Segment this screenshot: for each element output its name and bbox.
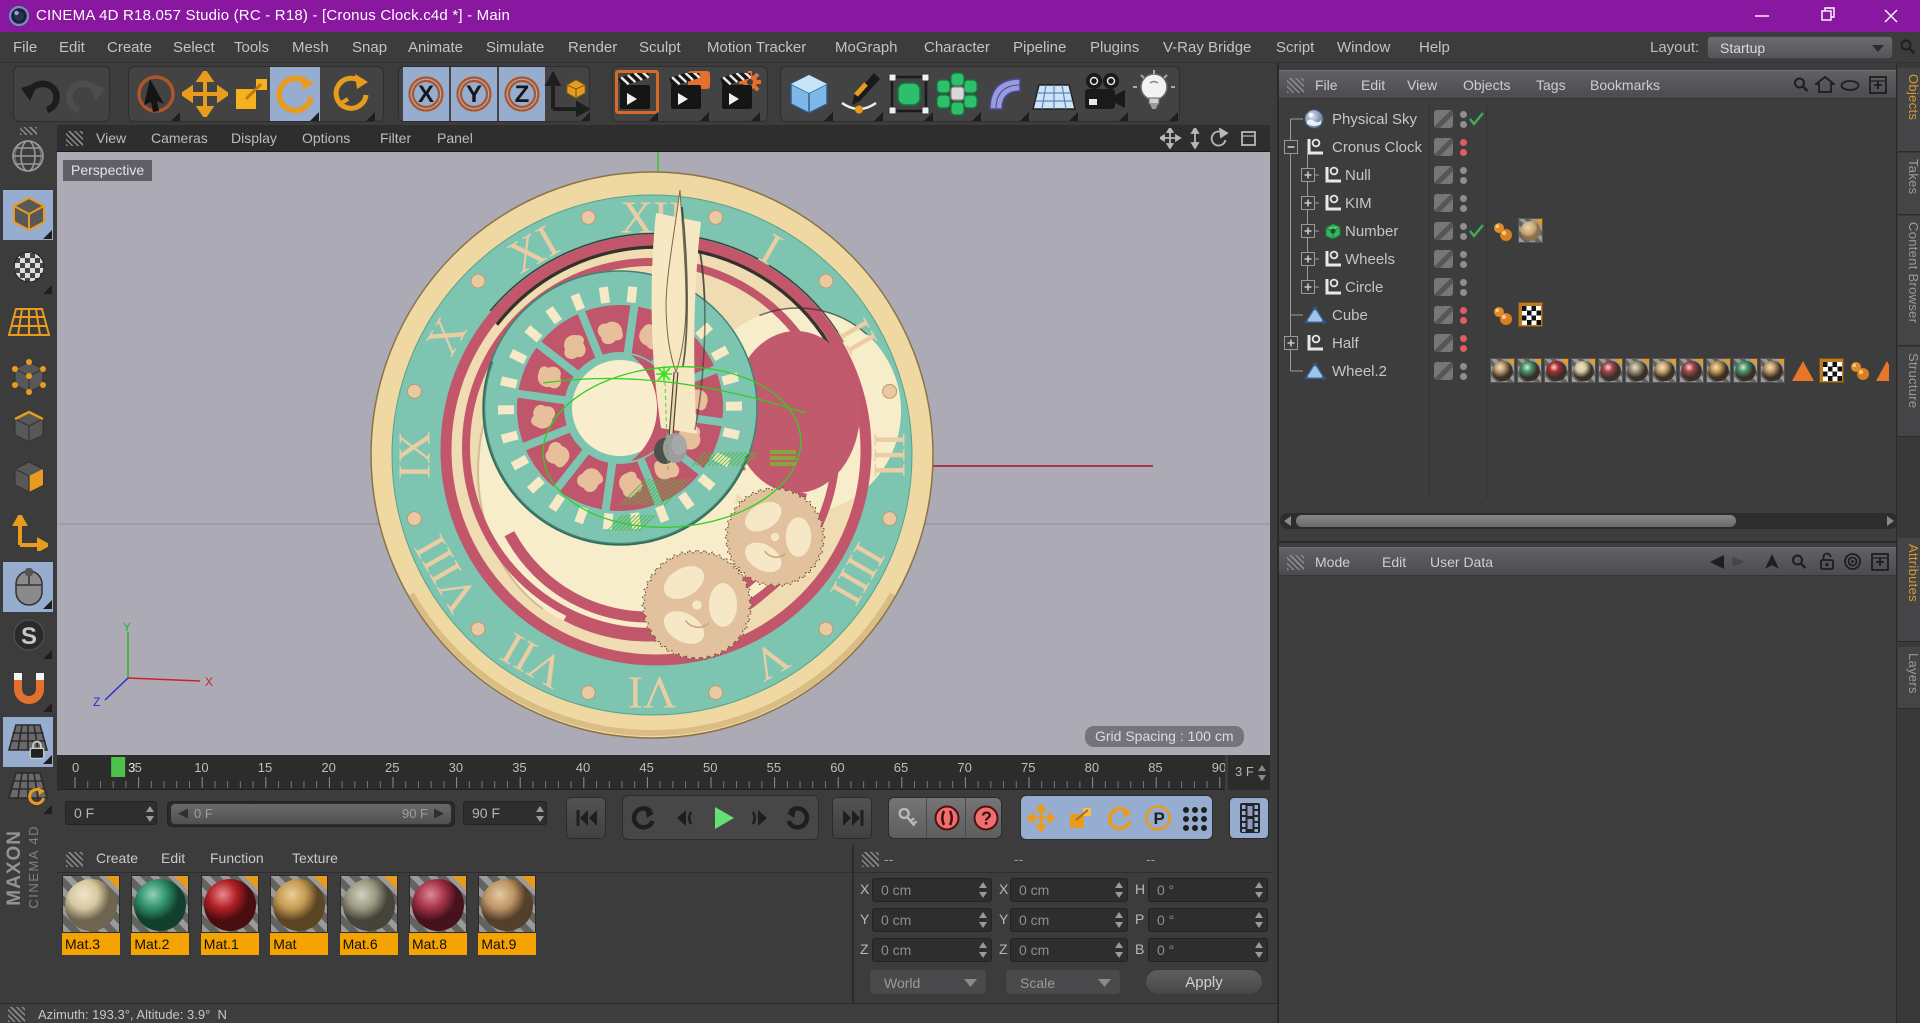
svg-text:IX: IX: [389, 431, 440, 480]
svg-text:80: 80: [1085, 760, 1099, 775]
svg-text:20: 20: [321, 760, 335, 775]
svg-text:65: 65: [894, 760, 908, 775]
svg-text:55: 55: [767, 760, 781, 775]
svg-text:70: 70: [957, 760, 971, 775]
svg-text:25: 25: [385, 760, 399, 775]
svg-text:30: 30: [449, 760, 463, 775]
svg-text:Y: Y: [466, 81, 482, 108]
svg-text:3: 3: [128, 760, 135, 775]
svg-text:85: 85: [1148, 760, 1162, 775]
svg-text:5: 5: [135, 760, 142, 775]
svg-text:Y: Y: [123, 622, 131, 634]
svg-text:60: 60: [830, 760, 844, 775]
svg-text:15: 15: [258, 760, 272, 775]
svg-text:III: III: [865, 432, 916, 478]
svg-text:X: X: [418, 81, 434, 108]
svg-text:0: 0: [72, 760, 79, 775]
svg-text:10: 10: [194, 760, 208, 775]
svg-text:90: 90: [1212, 760, 1225, 775]
svg-text:X: X: [205, 675, 213, 689]
svg-text:VI: VI: [628, 668, 677, 719]
svg-text:Z: Z: [93, 695, 100, 709]
svg-text:35: 35: [512, 760, 526, 775]
svg-text:S: S: [21, 623, 37, 650]
svg-text:75: 75: [1021, 760, 1035, 775]
svg-text:P: P: [1154, 809, 1165, 828]
svg-text:?: ?: [981, 809, 992, 829]
svg-text:Z: Z: [515, 81, 530, 108]
svg-text:50: 50: [703, 760, 717, 775]
svg-text:40: 40: [576, 760, 590, 775]
svg-text:45: 45: [639, 760, 653, 775]
